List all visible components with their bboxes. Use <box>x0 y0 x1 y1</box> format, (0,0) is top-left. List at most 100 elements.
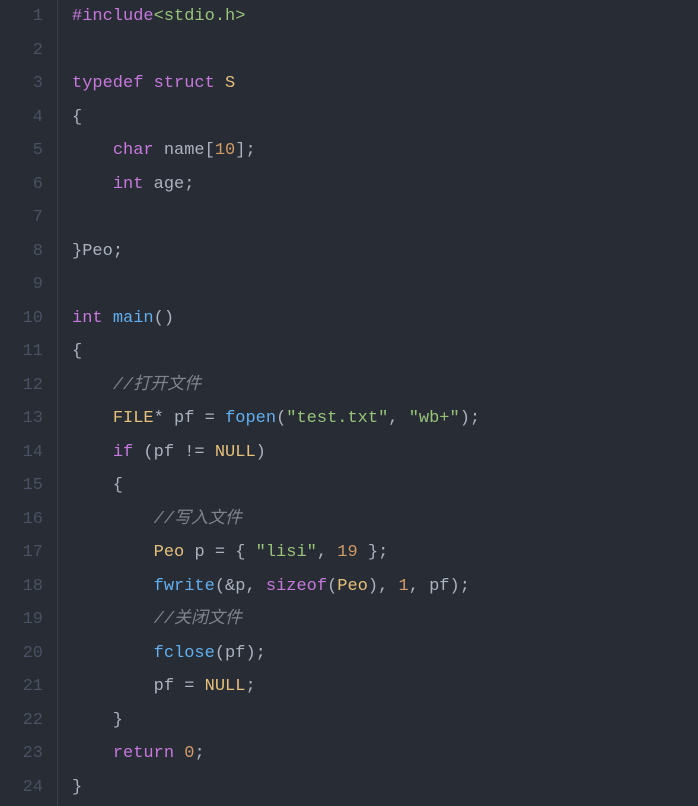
code-line[interactable] <box>72 201 698 235</box>
line-number: 11 <box>10 335 43 369</box>
code-line[interactable]: return 0; <box>72 737 698 771</box>
token: ; <box>245 677 255 696</box>
token: , <box>388 409 408 428</box>
token: , <box>409 577 429 596</box>
line-number: 15 <box>10 469 43 503</box>
token <box>174 744 184 763</box>
code-line[interactable] <box>72 34 698 68</box>
line-number: 22 <box>10 704 43 738</box>
token: } <box>72 711 123 730</box>
code-line[interactable]: char name[10]; <box>72 134 698 168</box>
token: NULL <box>215 443 256 462</box>
token: ( <box>327 577 337 596</box>
token <box>143 74 153 93</box>
code-line[interactable]: fwrite(&p, sizeof(Peo), 1, pf); <box>72 570 698 604</box>
token: Peo <box>337 577 368 596</box>
token: ), <box>368 577 399 596</box>
token: p <box>194 543 204 562</box>
token <box>143 175 153 194</box>
token: { <box>72 342 82 361</box>
token: ); <box>450 577 470 596</box>
line-number: 6 <box>10 168 43 202</box>
code-line[interactable]: int main() <box>72 302 698 336</box>
token: return <box>113 744 174 763</box>
code-line[interactable]: { <box>72 335 698 369</box>
code-line[interactable]: FILE* pf = fopen("test.txt", "wb+"); <box>72 402 698 436</box>
code-line[interactable]: //关闭文件 <box>72 603 698 637</box>
line-number: 8 <box>10 235 43 269</box>
line-number: 9 <box>10 268 43 302</box>
code-line[interactable] <box>72 268 698 302</box>
token: fwrite <box>154 577 215 596</box>
token: pf <box>174 409 194 428</box>
token <box>184 543 194 562</box>
token: pf <box>225 644 245 663</box>
line-number: 21 <box>10 670 43 704</box>
token: "test.txt" <box>286 409 388 428</box>
token: typedef <box>72 74 143 93</box>
line-number: 2 <box>10 34 43 68</box>
token: sizeof <box>266 577 327 596</box>
token <box>72 644 154 663</box>
token <box>72 744 113 763</box>
line-number: 24 <box>10 771 43 805</box>
token: = <box>174 677 205 696</box>
token: { <box>72 108 82 127</box>
code-area[interactable]: #include<stdio.h> typedef struct S { char… <box>58 0 698 806</box>
line-number: 18 <box>10 570 43 604</box>
code-line[interactable]: { <box>72 469 698 503</box>
token: ; <box>113 242 123 261</box>
token: FILE <box>113 409 154 428</box>
code-line[interactable]: typedef struct S <box>72 67 698 101</box>
token <box>72 376 113 395</box>
code-line[interactable]: } <box>72 771 698 805</box>
code-line[interactable]: #include<stdio.h> <box>72 0 698 34</box>
line-number-gutter: 123456789101112131415161718192021222324 <box>0 0 58 806</box>
token: ( <box>133 443 153 462</box>
code-line[interactable]: Peo p = { "lisi", 19 }; <box>72 536 698 570</box>
token: fopen <box>225 409 276 428</box>
token: }; <box>358 543 389 562</box>
line-number: 1 <box>10 0 43 34</box>
token: != <box>174 443 215 462</box>
token <box>72 175 113 194</box>
line-number: 17 <box>10 536 43 570</box>
line-number: 5 <box>10 134 43 168</box>
code-line[interactable]: fclose(pf); <box>72 637 698 671</box>
token: pf <box>429 577 449 596</box>
code-line[interactable]: pf = NULL; <box>72 670 698 704</box>
token: ]; <box>235 141 255 160</box>
code-editor[interactable]: 123456789101112131415161718192021222324 … <box>0 0 698 806</box>
token: S <box>225 74 235 93</box>
token: [ <box>205 141 215 160</box>
token: int <box>72 309 103 328</box>
token <box>72 141 113 160</box>
token: fclose <box>154 644 215 663</box>
token: name <box>164 141 205 160</box>
code-line[interactable]: if (pf != NULL) <box>72 436 698 470</box>
token: ); <box>245 644 265 663</box>
line-number: 3 <box>10 67 43 101</box>
code-line[interactable]: }Peo; <box>72 235 698 269</box>
token <box>72 443 113 462</box>
code-line[interactable]: int age; <box>72 168 698 202</box>
token: //打开文件 <box>113 376 201 395</box>
token: Peo <box>154 543 185 562</box>
code-line[interactable]: { <box>72 101 698 135</box>
token: struct <box>154 74 215 93</box>
line-number: 14 <box>10 436 43 470</box>
token: ; <box>184 175 194 194</box>
line-number: 23 <box>10 737 43 771</box>
token: char <box>113 141 154 160</box>
code-line[interactable]: } <box>72 704 698 738</box>
token <box>72 510 154 529</box>
line-number: 13 <box>10 402 43 436</box>
token: main <box>113 309 154 328</box>
code-line[interactable]: //打开文件 <box>72 369 698 403</box>
token: Peo <box>82 242 113 261</box>
code-line[interactable]: //写入文件 <box>72 503 698 537</box>
token: ); <box>460 409 480 428</box>
token <box>72 610 154 629</box>
token: 10 <box>215 141 235 160</box>
line-number: 12 <box>10 369 43 403</box>
